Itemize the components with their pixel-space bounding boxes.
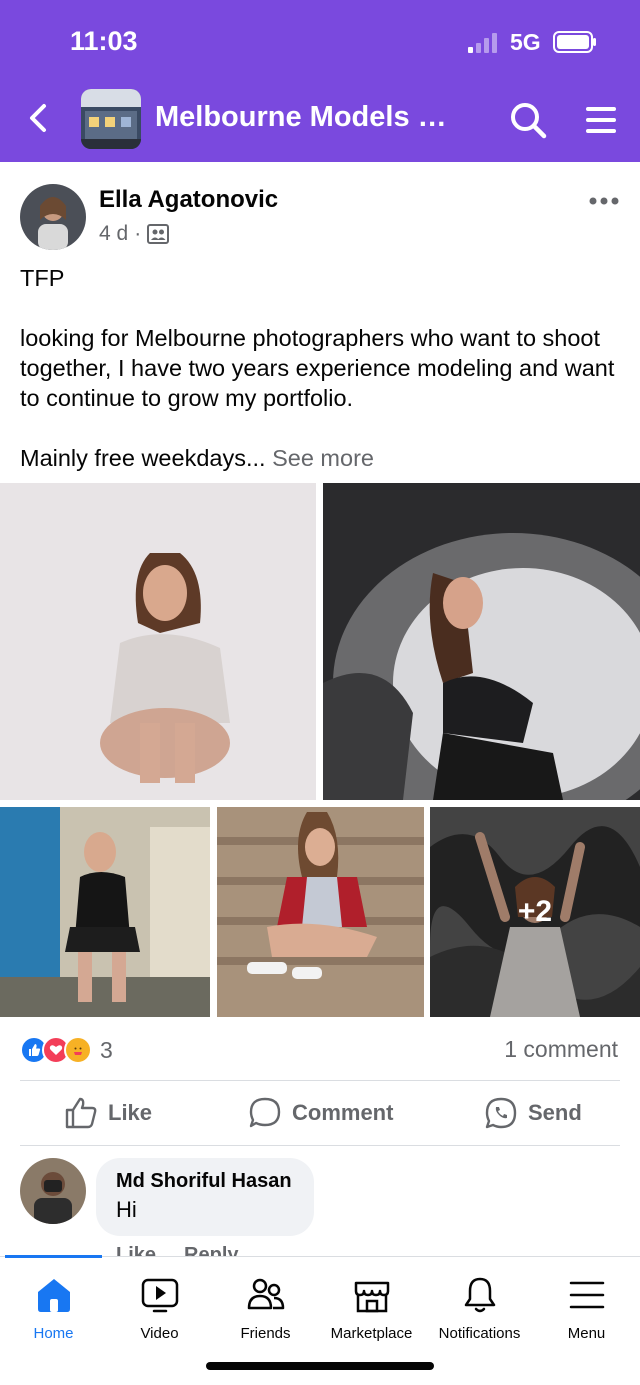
nav-label: Video bbox=[140, 1325, 179, 1342]
post-paragraph: Mainly free weekdays... bbox=[20, 445, 266, 471]
friends-icon bbox=[247, 1278, 284, 1310]
comment-text: Hi bbox=[116, 1197, 137, 1222]
group-header: 11:03 5G Melbourne Models &... bbox=[0, 0, 640, 162]
more-photos-count[interactable]: +2 bbox=[430, 807, 640, 1017]
commenter-name[interactable]: Md Shoriful Hasan bbox=[116, 1170, 294, 1193]
post-meta: 4 d · bbox=[99, 222, 170, 246]
battery-icon bbox=[553, 31, 596, 53]
hamburger-menu-icon bbox=[569, 1281, 604, 1309]
nav-video[interactable]: Video bbox=[106, 1257, 213, 1357]
status-time: 11:03 bbox=[70, 26, 138, 56]
post-time[interactable]: 4 d bbox=[99, 222, 128, 246]
whatsapp-icon bbox=[485, 1097, 517, 1129]
nav-menu[interactable]: Menu bbox=[533, 1257, 640, 1357]
reaction-summary[interactable]: 3 bbox=[20, 1035, 113, 1065]
nav-label: Home bbox=[33, 1325, 74, 1342]
nav-notifications[interactable]: Notifications bbox=[426, 1257, 533, 1357]
post-paragraph: looking for Melbourne photographers who … bbox=[20, 325, 615, 411]
send-button[interactable]: Send bbox=[484, 1082, 582, 1144]
nav-marketplace[interactable]: Marketplace bbox=[318, 1257, 425, 1357]
post-photo-3[interactable] bbox=[0, 807, 210, 1017]
group-cover-thumbnail[interactable] bbox=[81, 89, 141, 149]
home-icon bbox=[37, 1279, 70, 1312]
bell-icon bbox=[464, 1277, 495, 1313]
post-photo-1[interactable] bbox=[0, 483, 316, 800]
chevron-left-icon[interactable] bbox=[22, 98, 56, 138]
thumbs-up-icon bbox=[65, 1097, 97, 1129]
comment-icon bbox=[249, 1097, 281, 1128]
commenter-avatar[interactable] bbox=[20, 1158, 86, 1224]
video-icon bbox=[141, 1278, 178, 1313]
comment-count[interactable]: 1 comment bbox=[504, 1036, 618, 1063]
nav-label: Friends bbox=[240, 1325, 291, 1342]
signal-icon bbox=[468, 33, 497, 53]
like-label: Like bbox=[108, 1100, 153, 1125]
comment-bubble: Md Shoriful Hasan Hi bbox=[96, 1158, 314, 1236]
post-author-name[interactable]: Ella Agatonovic bbox=[99, 186, 278, 214]
divider bbox=[20, 1080, 620, 1081]
send-label: Send bbox=[528, 1100, 582, 1125]
search-icon[interactable] bbox=[508, 100, 548, 140]
post-paragraph-last: Mainly free weekdays... See more bbox=[20, 443, 625, 473]
post-paragraph: TFP bbox=[20, 265, 65, 291]
post-photo-2[interactable] bbox=[323, 483, 640, 800]
hamburger-menu-icon[interactable] bbox=[584, 103, 618, 137]
nav-label: Menu bbox=[567, 1325, 606, 1342]
divider bbox=[20, 1145, 620, 1146]
post-photo-4[interactable] bbox=[217, 807, 424, 1017]
post-body: TFP looking for Melbourne photographers … bbox=[20, 263, 625, 473]
post-photo-5[interactable]: +2 bbox=[430, 807, 640, 1017]
care-reaction-icon bbox=[64, 1036, 92, 1064]
comment-button[interactable]: Comment bbox=[248, 1082, 393, 1144]
group-title[interactable]: Melbourne Models &... bbox=[155, 101, 455, 134]
reaction-count: 3 bbox=[100, 1036, 113, 1063]
nav-label: Marketplace bbox=[330, 1325, 413, 1342]
meta-separator: · bbox=[134, 222, 142, 245]
see-more-link[interactable]: See more bbox=[272, 445, 374, 471]
comment-label: Comment bbox=[292, 1100, 394, 1125]
group-members-icon bbox=[147, 224, 170, 244]
home-indicator bbox=[206, 1362, 434, 1370]
like-button[interactable]: Like bbox=[64, 1082, 152, 1144]
network-type: 5G bbox=[510, 29, 541, 55]
nav-home[interactable]: Home bbox=[0, 1257, 107, 1357]
post-actions: Like Comment Send bbox=[0, 1082, 640, 1144]
author-avatar[interactable] bbox=[20, 184, 86, 250]
nav-label: Notifications bbox=[438, 1325, 521, 1342]
nav-friends[interactable]: Friends bbox=[212, 1257, 319, 1357]
more-options-icon[interactable] bbox=[588, 191, 620, 211]
marketplace-icon bbox=[354, 1281, 389, 1313]
